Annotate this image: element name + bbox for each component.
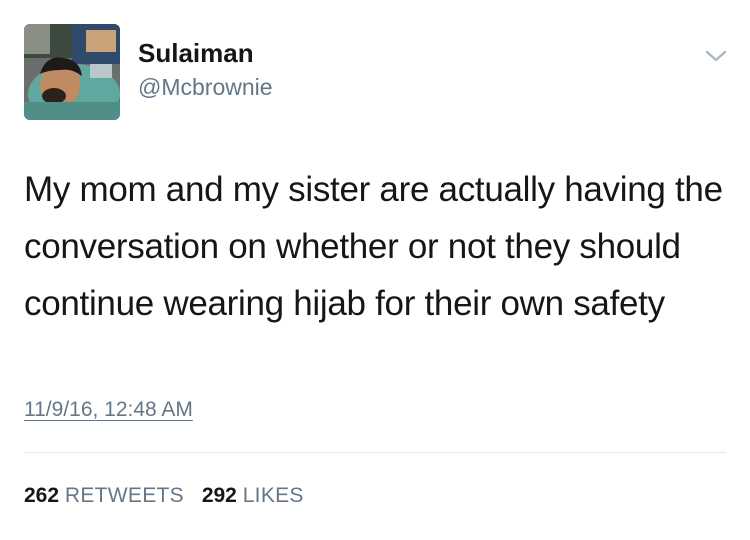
tweet-stats: 262 RETWEETS 292 LIKES <box>24 483 316 509</box>
tweet-timestamp[interactable]: 11/9/16, 12:48 AM <box>24 396 193 424</box>
retweets-label: RETWEETS <box>64 484 184 507</box>
tweet-text: My mom and my sister are actually having… <box>24 170 723 323</box>
likes-count: 292 <box>201 484 237 507</box>
likes-label: LIKES <box>242 484 304 507</box>
retweets-stat[interactable]: 262 RETWEETS <box>24 483 184 509</box>
divider <box>24 452 726 453</box>
likes-stat[interactable]: 292 LIKES <box>202 483 304 509</box>
chevron-down-icon[interactable] <box>704 48 728 64</box>
display-name[interactable]: Sulaiman <box>138 38 254 68</box>
avatar[interactable] <box>24 24 120 120</box>
avatar-photo <box>24 24 120 120</box>
retweets-count: 262 <box>24 484 60 507</box>
user-handle[interactable]: @Mcbrownie <box>138 73 273 101</box>
